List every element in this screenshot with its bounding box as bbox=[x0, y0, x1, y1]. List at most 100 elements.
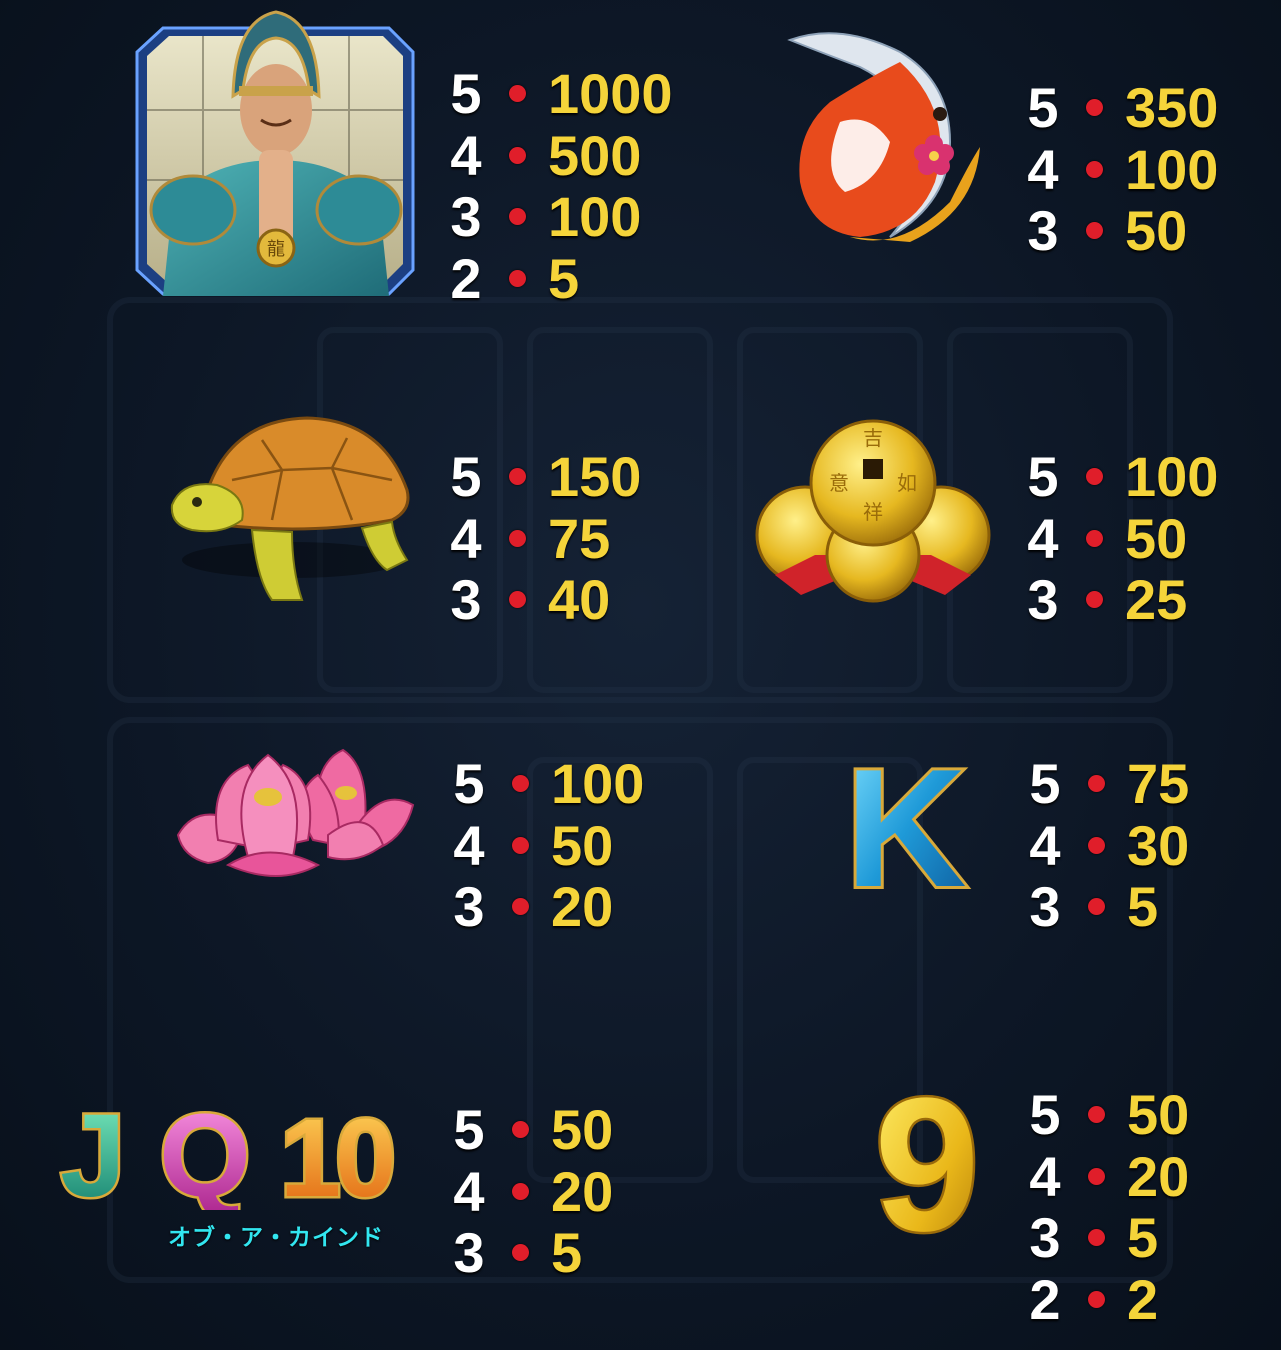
payout-value: 100 bbox=[551, 752, 645, 816]
match-count: 5 bbox=[1027, 76, 1059, 140]
pay-row: 5 150 bbox=[447, 445, 641, 509]
pay-row: 5 50 bbox=[1026, 1083, 1190, 1147]
pay-row: 3 100 bbox=[447, 185, 673, 248]
bullet-icon bbox=[509, 591, 526, 609]
turtle-symbol bbox=[162, 410, 412, 610]
pay-row: 3 40 bbox=[447, 568, 641, 632]
match-count: 5 bbox=[1027, 445, 1059, 509]
jq10-symbol: J Q 10 bbox=[45, 1100, 397, 1210]
payout-value: 50 bbox=[1125, 199, 1188, 263]
match-count: 5 bbox=[453, 1098, 485, 1162]
match-count: 5 bbox=[450, 445, 482, 509]
pay-row: 4 50 bbox=[450, 813, 644, 877]
match-count: 5 bbox=[450, 62, 482, 126]
bullet-icon bbox=[1086, 591, 1103, 609]
coins-paytable: 5 100 4 50 3 25 bbox=[1024, 445, 1219, 632]
payout-value: 20 bbox=[1127, 1144, 1190, 1208]
k-letter: K bbox=[845, 748, 966, 894]
pay-row: 35 bbox=[1026, 875, 1189, 939]
pay-row: 4 100 bbox=[1024, 137, 1219, 201]
pay-row: 35 bbox=[450, 1221, 613, 1285]
bullet-icon bbox=[1088, 898, 1105, 916]
payout-value: 5 bbox=[551, 1221, 583, 1285]
bullet-icon bbox=[1086, 468, 1103, 486]
svg-text:如: 如 bbox=[897, 471, 917, 495]
pay-row: 4 500 bbox=[447, 123, 673, 187]
payout-value: 40 bbox=[548, 568, 611, 632]
payout-value: 75 bbox=[1127, 752, 1190, 816]
pay-row: 5 350 bbox=[1024, 76, 1218, 140]
payout-value: 50 bbox=[551, 813, 614, 877]
warrior-paytable: 5 1000 4 500 3 100 25 bbox=[447, 62, 673, 310]
pay-row: 4 20 bbox=[1026, 1144, 1190, 1208]
payout-value: 20 bbox=[551, 1159, 614, 1223]
payout-value: 25 bbox=[1125, 568, 1188, 632]
payout-value: 2 bbox=[1127, 1267, 1159, 1331]
bullet-icon bbox=[512, 898, 529, 916]
pay-row: 35 bbox=[1026, 1206, 1189, 1270]
j-letter: J bbox=[60, 1100, 126, 1210]
bullet-icon bbox=[509, 146, 526, 164]
match-count: 3 bbox=[1027, 199, 1059, 263]
svg-text:祥: 祥 bbox=[863, 500, 883, 524]
bullet-icon bbox=[512, 775, 529, 793]
k-symbol: K bbox=[818, 748, 994, 894]
pay-row: 5 100 bbox=[450, 752, 645, 816]
match-count: 4 bbox=[453, 1159, 485, 1223]
svg-text:吉: 吉 bbox=[863, 426, 883, 450]
coins-symbol: 吉意 如祥 bbox=[755, 415, 991, 605]
svg-text:龍: 龍 bbox=[267, 239, 285, 260]
bullet-icon bbox=[509, 85, 526, 103]
pay-row: 4 30 bbox=[1026, 813, 1190, 877]
pay-row: 3 25 bbox=[1024, 568, 1218, 632]
match-count: 3 bbox=[453, 1221, 485, 1285]
match-count: 2 bbox=[450, 246, 482, 310]
match-count: 4 bbox=[453, 813, 485, 877]
bullet-icon bbox=[1088, 1106, 1105, 1124]
match-count: 2 bbox=[1029, 1267, 1061, 1331]
payout-value: 100 bbox=[1125, 445, 1219, 509]
match-count: 5 bbox=[453, 752, 485, 816]
bullet-icon bbox=[1088, 1290, 1105, 1308]
payout-value: 100 bbox=[1125, 137, 1219, 201]
nine-symbol: 9 bbox=[852, 1080, 1002, 1238]
of-a-kind-label: オブ・ア・カインド bbox=[168, 1224, 384, 1250]
payout-value: 500 bbox=[548, 123, 642, 187]
k-paytable: 5 75 4 30 35 bbox=[1026, 752, 1190, 939]
match-count: 4 bbox=[450, 123, 482, 187]
payout-value: 30 bbox=[1127, 813, 1190, 877]
match-count: 5 bbox=[1029, 1083, 1061, 1147]
turtle-paytable: 5 150 4 75 3 40 bbox=[447, 445, 641, 632]
payout-value: 50 bbox=[1127, 1083, 1190, 1147]
payout-value: 20 bbox=[551, 875, 614, 939]
pay-row: 4 20 bbox=[450, 1159, 614, 1223]
match-count: 4 bbox=[450, 506, 482, 570]
bullet-icon bbox=[509, 468, 526, 486]
bullet-icon bbox=[1086, 222, 1103, 240]
payout-value: 5 bbox=[1127, 875, 1159, 939]
warrior-symbol: 龍 bbox=[133, 0, 419, 296]
match-count: 4 bbox=[1029, 1144, 1061, 1208]
bullet-icon bbox=[1088, 1167, 1105, 1185]
match-count: 4 bbox=[1029, 813, 1061, 877]
bullet-icon bbox=[509, 269, 526, 287]
bullet-icon bbox=[1086, 160, 1103, 178]
bullet-icon bbox=[1086, 529, 1103, 547]
bullet-icon bbox=[509, 208, 526, 226]
payout-value: 5 bbox=[548, 246, 580, 310]
pay-row: 3 20 bbox=[450, 875, 644, 939]
match-count: 3 bbox=[1029, 1206, 1061, 1270]
pay-row: 5 1000 bbox=[447, 62, 672, 126]
bullet-icon bbox=[512, 1244, 529, 1262]
match-count: 4 bbox=[1027, 137, 1059, 201]
svg-text:意: 意 bbox=[829, 471, 849, 495]
payout-value: 5 bbox=[1127, 1206, 1159, 1270]
bullet-icon bbox=[512, 1182, 529, 1200]
bullet-icon bbox=[1088, 836, 1105, 854]
bullet-icon bbox=[509, 529, 526, 547]
nine-paytable: 5 50 4 20 35 22 bbox=[1026, 1083, 1190, 1331]
match-count: 3 bbox=[453, 875, 485, 939]
pay-row: 3 50 bbox=[1024, 199, 1218, 263]
pay-row: 25 bbox=[447, 246, 673, 310]
bullet-icon bbox=[1088, 1229, 1105, 1247]
